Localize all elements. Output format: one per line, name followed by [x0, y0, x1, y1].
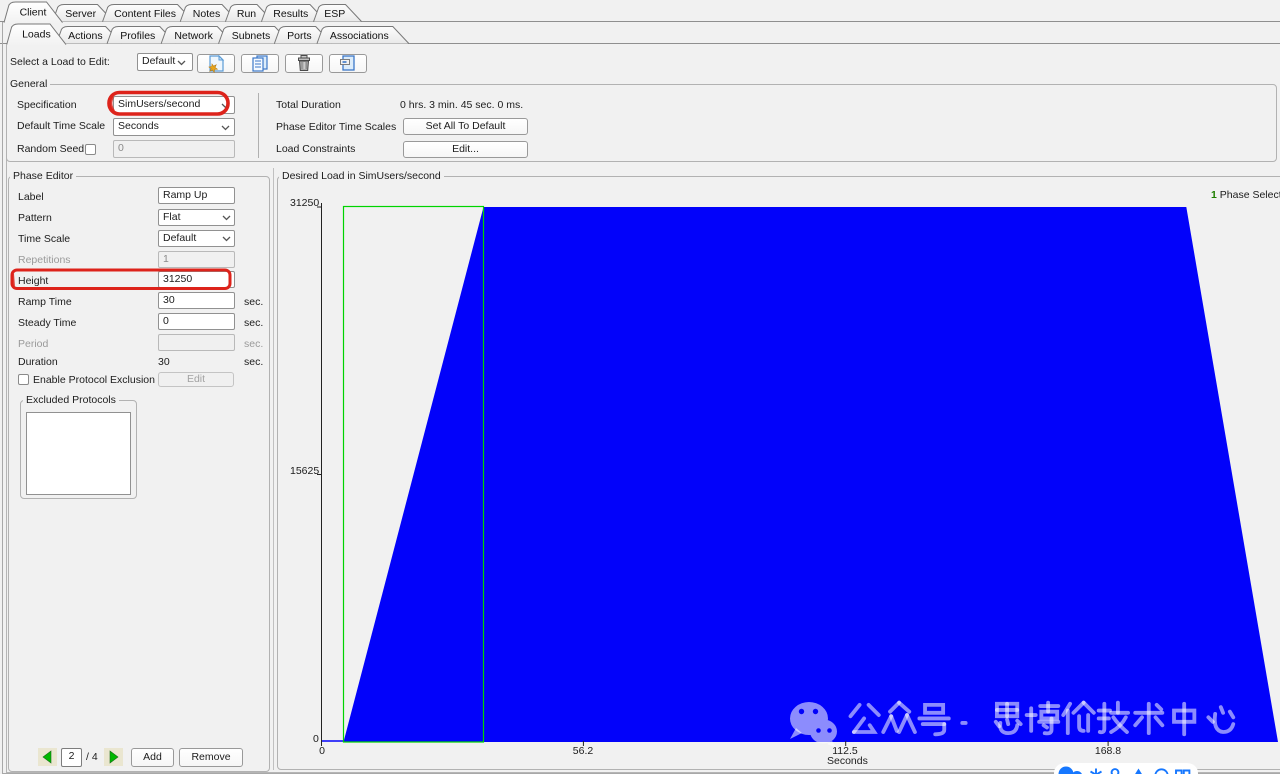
svg-text:Content Files: Content Files: [114, 8, 176, 20]
svg-text:Run: Run: [237, 8, 256, 20]
svg-text:ESP: ESP: [324, 8, 345, 20]
svg-text:Client: Client: [20, 7, 47, 19]
svg-text:Results: Results: [273, 8, 308, 20]
svg-text:Server: Server: [65, 8, 96, 20]
svg-text:Notes: Notes: [193, 8, 220, 20]
